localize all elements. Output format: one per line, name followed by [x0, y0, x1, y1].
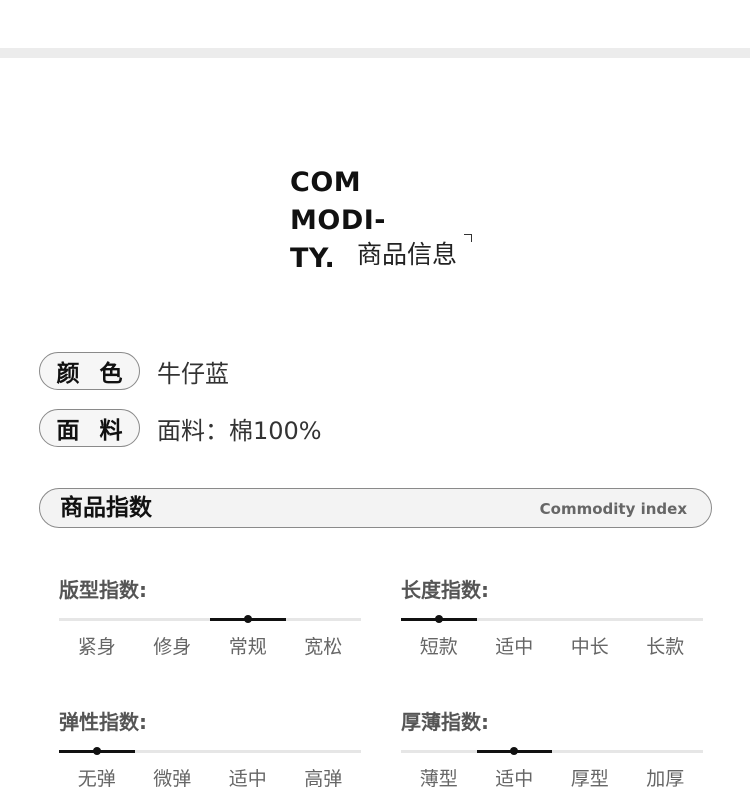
heading-cn-title: 商品信息: [357, 240, 458, 269]
metric-scale: [401, 615, 703, 623]
metric-option: 适中: [495, 768, 534, 790]
metric-indicator-dot: [243, 615, 252, 623]
metric-indicator-dot: [510, 747, 519, 755]
metric-indicator-dot: [434, 615, 443, 623]
metric-option: 长款: [646, 636, 685, 658]
metric-scale: [59, 615, 361, 623]
commodity-heading: COM MODI- TY. 商品信息: [290, 164, 472, 278]
metric-option: 加厚: [646, 768, 685, 790]
metric-options: 薄型 适中 厚型 加厚: [401, 766, 703, 792]
metric-option: 短款: [419, 636, 458, 658]
metric-length-index: 长度指数: 短款 适中 中长 长款: [401, 577, 703, 660]
attribute-row-color: 颜 色 牛仔蓝: [39, 352, 229, 390]
metric-options: 紧身 修身 常规 宽松: [59, 634, 361, 660]
metric-title: 厚薄指数:: [401, 710, 489, 734]
metric-title: 长度指数:: [401, 578, 489, 602]
attribute-label-pill: 颜 色: [39, 352, 140, 390]
top-divider-band: [0, 48, 750, 58]
metric-elasticity-index: 弹性指数: 无弹 微弹 适中 高弹: [59, 709, 361, 792]
attribute-value: 牛仔蓝: [157, 359, 229, 388]
metric-option: 无弹: [77, 768, 116, 790]
corner-bracket-icon: [464, 234, 472, 242]
metric-option: 微弹: [153, 768, 192, 790]
index-bar-subtitle: Commodity index: [539, 500, 687, 518]
metric-option: 适中: [495, 636, 534, 658]
index-bar-title: 商品指数: [60, 495, 152, 521]
commodity-index-bar: 商品指数 Commodity index: [39, 488, 712, 528]
metric-option: 薄型: [419, 768, 458, 790]
metric-option: 常规: [228, 636, 267, 658]
metric-option: 中长: [570, 636, 609, 658]
metric-scale: [401, 747, 703, 755]
metric-option: 紧身: [77, 636, 116, 658]
attribute-value: 面料：棉100%: [157, 416, 322, 445]
metric-option: 适中: [228, 768, 267, 790]
metric-indicator-dot: [92, 747, 101, 755]
attribute-row-fabric: 面 料 面料：棉100%: [39, 409, 322, 447]
metric-fit-index: 版型指数: 紧身 修身 常规 宽松: [59, 577, 361, 660]
metric-option: 修身: [153, 636, 192, 658]
metric-thickness-index: 厚薄指数: 薄型 适中 厚型 加厚: [401, 709, 703, 792]
metric-title: 版型指数:: [59, 578, 147, 602]
metric-option: 高弹: [304, 768, 343, 790]
metric-option: 厚型: [570, 768, 609, 790]
metric-title: 弹性指数:: [59, 710, 147, 734]
heading-en-line-1: COM: [290, 167, 362, 198]
metric-scale: [59, 747, 361, 755]
metric-option: 宽松: [304, 636, 343, 658]
attribute-label-pill: 面 料: [39, 409, 140, 447]
heading-en-line-2: MODI-: [290, 205, 386, 236]
metric-options: 短款 适中 中长 长款: [401, 634, 703, 660]
metric-options: 无弹 微弹 适中 高弹: [59, 766, 361, 792]
